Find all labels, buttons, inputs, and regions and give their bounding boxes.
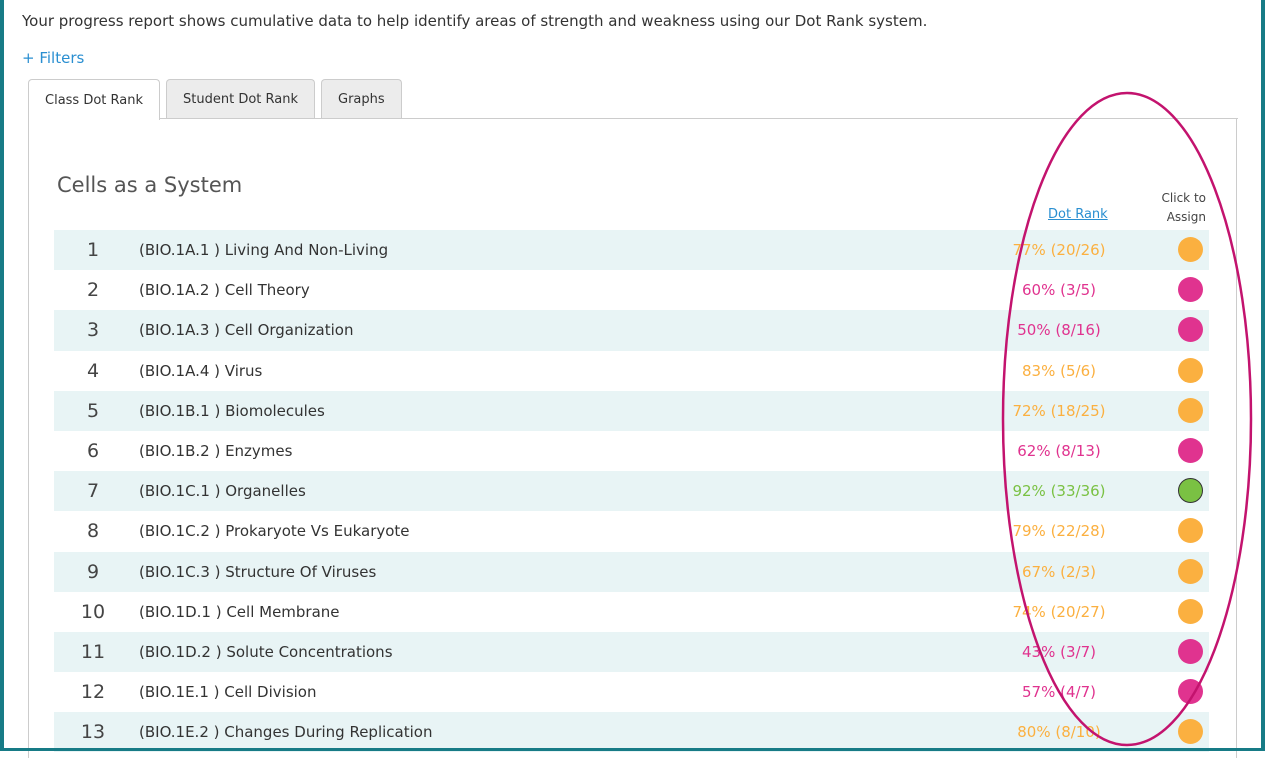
dot-rank-score: 67% (2/3) [1022,562,1096,581]
table-row: 13 (BIO.1E.2 ) Changes During Replication… [54,712,1209,753]
table-row: 2 (BIO.1A.2 ) Cell Theory 60% (3/5) [54,270,1209,310]
standards-table: 1 (BIO.1A.1 ) Living And Non-Living 77% (2… [54,230,1209,753]
row-number: 6 [86,440,100,463]
table-row: 1 (BIO.1A.1 ) Living And Non-Living 77% (2… [54,230,1209,271]
table-row: 8 (BIO.1C.2 ) Prokaryote Vs Eukaryote 79% … [54,511,1209,551]
assign-dot-orange[interactable] [1178,357,1203,383]
row-number: 12 [80,681,106,704]
standard-topic: (BIO.1E.2 ) Changes During Replication [139,723,433,742]
table-row: 11 (BIO.1D.2 ) Solute Concentrations 43% (… [54,631,1209,673]
standard-topic: (BIO.1D.2 ) Solute Concentrations [139,642,393,661]
section-title: Cells as a System [57,173,243,197]
row-number: 1 [86,239,100,262]
dot-rank-score: 57% (4/7) [1022,683,1096,702]
tab-class-dot-rank[interactable]: Class Dot Rank [28,79,161,120]
row-number: 5 [86,399,100,422]
row-number: 9 [86,560,100,583]
dot-rank-score: 92% (33/36) [1012,482,1106,501]
dot-rank-score: 50% (8/16) [1017,321,1101,340]
assign-dot-green[interactable] [1178,478,1203,504]
row-number: 10 [80,600,106,623]
table-row: 5 (BIO.1B.1 ) Biomolecules 72% (18/25) [54,390,1209,431]
table-row: 12 (BIO.1E.1 ) Cell Division 57% (4/7) [54,672,1209,712]
table-row: 7 (BIO.1C.1 ) Organelles 92% (33/36) [54,471,1209,512]
dot-rank-column-header[interactable]: Dot Rank [1048,207,1108,222]
dot-rank-score: 77% (20/26) [1012,241,1106,260]
assign-dot-orange[interactable] [1178,598,1203,624]
row-number: 8 [86,520,100,543]
standard-topic: (BIO.1E.1 ) Cell Division [139,683,317,702]
row-number: 4 [86,359,100,382]
tab-graphs[interactable]: Graphs [321,79,402,119]
tab-student-dot-rank[interactable]: Student Dot Rank [166,79,315,119]
assign-dot-pink[interactable] [1178,277,1203,303]
assign-header-line2: Assign [1166,210,1206,224]
dot-rank-score: 62% (8/13) [1017,442,1101,461]
assign-dot-orange[interactable] [1178,518,1203,544]
dot-rank-score: 74% (20/27) [1012,602,1106,621]
standard-topic: (BIO.1C.2 ) Prokaryote Vs Eukaryote [139,522,410,541]
assign-dot-orange[interactable] [1178,558,1203,584]
assign-dot-orange[interactable] [1178,237,1203,262]
assign-dot-pink[interactable] [1178,638,1203,664]
standard-topic: (BIO.1B.1 ) Biomolecules [139,401,325,420]
dot-rank-score: 60% (3/5) [1022,281,1096,300]
standard-topic: (BIO.1A.2 ) Cell Theory [139,281,310,300]
filters-link[interactable]: + Filters [22,49,84,67]
row-number: 3 [86,319,100,342]
table-row: 4 (BIO.1A.4 ) Virus 83% (5/6) [54,351,1209,391]
assign-dot-orange[interactable] [1178,397,1203,423]
assign-header-line1: Click to [1161,191,1206,205]
standard-topic: (BIO.1A.4 ) Virus [139,361,263,380]
click-to-assign-header: Click to Assign [1148,189,1206,227]
assign-dot-pink[interactable] [1178,679,1203,705]
table-row: 9 (BIO.1C.3 ) Structure Of Viruses 67% (2/… [54,551,1209,592]
dot-rank-score: 80% (8/10) [1017,723,1101,742]
dot-rank-score: 72% (18/25) [1012,401,1106,420]
standard-topic: (BIO.1C.3 ) Structure Of Viruses [139,562,377,581]
tab-bar: Class Dot Rank Student Dot Rank Graphs [28,79,408,120]
row-number: 11 [80,640,106,663]
table-row: 10 (BIO.1D.1 ) Cell Membrane 74% (20/27) [54,592,1209,632]
dot-rank-score: 83% (5/6) [1022,361,1096,380]
assign-dot-pink[interactable] [1178,317,1203,343]
standard-topic: (BIO.1C.1 ) Organelles [139,482,306,501]
standard-topic: (BIO.1D.1 ) Cell Membrane [139,602,340,621]
dot-rank-score: 43% (3/7) [1022,642,1096,661]
row-number: 2 [86,279,100,302]
row-number: 13 [80,721,106,744]
row-number: 7 [86,480,100,503]
standard-topic: (BIO.1B.2 ) Enzymes [139,442,293,461]
standard-topic: (BIO.1A.1 ) Living And Non-Living [139,241,389,260]
table-row: 3 (BIO.1A.3 ) Cell Organization 50% (8/16) [54,310,1209,351]
dot-rank-score: 79% (22/28) [1012,522,1106,541]
assign-dot-orange[interactable] [1178,719,1203,745]
table-row: 6 (BIO.1B.2 ) Enzymes 62% (8/13) [54,431,1209,471]
intro-text: Your progress report shows cumulative da… [22,12,928,30]
standard-topic: (BIO.1A.3 ) Cell Organization [139,321,354,340]
assign-dot-pink[interactable] [1178,437,1203,463]
